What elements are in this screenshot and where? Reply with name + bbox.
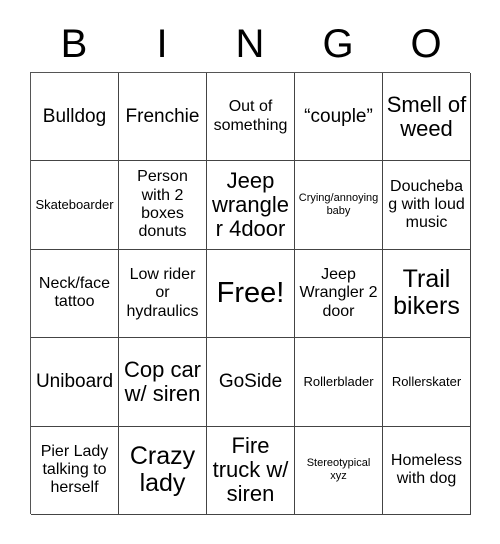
bingo-cell-label: Smell of weed [386,91,467,141]
bingo-cell-label: Crazy lady [129,442,196,498]
bingo-cell-label: Homeless with dog [390,451,463,488]
bingo-cell-o5[interactable]: Homeless with dog [383,426,471,515]
bingo-cell-label: Skateboarder [35,197,114,213]
bingo-cell-i1[interactable]: Frenchie [119,73,207,162]
bingo-header-letter-b: B [60,22,88,66]
bingo-cell-g2[interactable]: Crying/annoying baby [295,161,383,250]
bingo-cell-g1[interactable]: “couple” [295,73,383,162]
bingo-cell-label: Uniboard [35,371,114,393]
bingo-cell-b2[interactable]: Skateboarder [31,161,119,250]
bingo-cell-label: Neck/face tattoo [38,275,111,311]
bingo-cell-free-space[interactable]: Free! [207,249,295,339]
bingo-cell-n4[interactable]: GoSide [207,338,295,427]
bingo-header-letter-g: G [322,22,354,66]
bingo-cell-b4[interactable]: Uniboard [31,338,119,427]
bingo-cell-o1[interactable]: Smell of weed [383,73,471,162]
bingo-cell-label: Bulldog [42,105,107,127]
bingo-cell-b3[interactable]: Neck/face tattoo [31,249,119,339]
bingo-cell-o2[interactable]: Douchebag with loud music [383,161,471,250]
bingo-free-space-label: Free! [216,277,285,310]
bingo-cell-b1[interactable]: Bulldog [31,73,119,162]
bingo-cell-i3[interactable]: Low rider or hydraulics [119,249,207,339]
bingo-header: B I N G O [30,16,470,72]
bingo-cell-label: Pier Lady talking to herself [40,442,109,497]
bingo-cell-label: Crying/annoying baby [298,191,379,218]
bingo-card: B I N G O Bulldog Frenchie Out of someth… [0,0,500,544]
bingo-cell-label: Douchebag with loud music [388,177,465,232]
bingo-cell-label: Low rider or hydraulics [126,265,199,320]
bingo-cell-label: Out of something [213,98,288,134]
bingo-cell-i4[interactable]: Cop car w/ siren [119,338,207,427]
bingo-cell-label: Frenchie [125,105,200,127]
bingo-cell-i2[interactable]: Person with 2 boxes donuts [119,161,207,250]
bingo-header-letter-i: I [156,22,168,66]
bingo-cell-label: Jeep Wrangler 2 door [299,265,378,320]
bingo-cell-label: Stereotypical xyz [306,457,371,483]
bingo-cell-n5[interactable]: Fire truck w/ siren [207,426,295,515]
bingo-header-letter-n: N [235,22,265,66]
bingo-grid: Bulldog Frenchie Out of something “coupl… [30,72,471,515]
bingo-cell-label: Person with 2 boxes donuts [137,168,188,241]
bingo-cell-label: Fire truck w/ siren [212,432,289,507]
bingo-cell-i5[interactable]: Crazy lady [119,426,207,515]
bingo-cell-label: Rollerskater [391,374,462,390]
bingo-cell-label: Trail bikers [393,265,460,321]
bingo-cell-n2[interactable]: Jeep wrangler 4door [207,161,295,250]
bingo-cell-label: Cop car w/ siren [123,356,202,406]
bingo-cell-o4[interactable]: Rollerskater [383,338,471,427]
bingo-cell-label: GoSide [218,371,283,393]
bingo-cell-g4[interactable]: Rollerblader [295,338,383,427]
bingo-header-letter-o: O [410,22,442,66]
bingo-cell-o3[interactable]: Trail bikers [383,249,471,339]
bingo-cell-label: Jeep wrangler 4door [211,167,290,242]
bingo-cell-b5[interactable]: Pier Lady talking to herself [31,426,119,515]
bingo-cell-label: “couple” [304,105,373,127]
bingo-cell-n1[interactable]: Out of something [207,73,295,162]
bingo-cell-g5[interactable]: Stereotypical xyz [295,426,383,515]
bingo-cell-label: Rollerblader [303,374,374,390]
bingo-cell-g3[interactable]: Jeep Wrangler 2 door [295,249,383,339]
